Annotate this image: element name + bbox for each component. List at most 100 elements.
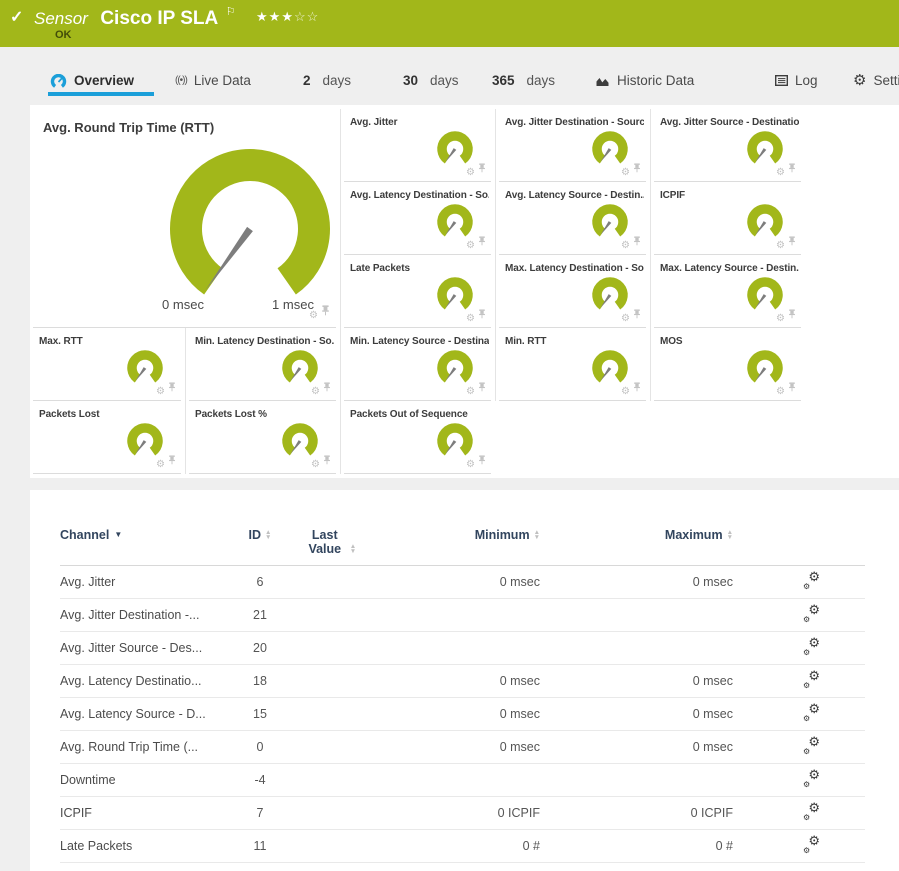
tab-log[interactable]: Log (775, 73, 818, 88)
tab-live-data[interactable]: ((•)) Live Data (175, 73, 251, 88)
column-label: Last Value (304, 528, 346, 556)
channel-settings-icon[interactable]: ⚙⚙ (803, 705, 820, 720)
star-filled-icon[interactable]: ★ (256, 9, 269, 24)
channel-settings-icon[interactable]: ⚙⚙ (803, 804, 820, 819)
gear-icon[interactable]: ⚙ (466, 387, 475, 397)
gear-icon[interactable]: ⚙ (776, 168, 785, 178)
sensor-header: ✓ Sensor Cisco IP SLA ⚐ ★★★☆☆ OK (0, 0, 899, 47)
star-empty-icon[interactable]: ☆ (307, 9, 320, 24)
column-label: ID (249, 528, 262, 542)
star-empty-icon[interactable]: ☆ (294, 9, 307, 24)
gear-icon[interactable]: ⚙ (311, 387, 320, 397)
prtg-sensor-page: { "header": { "kind": "Sensor", "name": … (0, 0, 899, 871)
gauge-title: ICPIF (660, 190, 799, 201)
table-row: Avg. Latency Destinatio...180 msec0 msec… (60, 665, 865, 698)
gear-icon[interactable]: ⚙ (466, 460, 475, 470)
channel-settings-icon[interactable]: ⚙⚙ (803, 837, 820, 852)
gear-icon[interactable]: ⚙ (156, 460, 165, 470)
pin-icon[interactable] (323, 452, 331, 470)
pin-icon[interactable] (478, 233, 486, 251)
sort-desc-icon: ▼ (114, 530, 122, 539)
gear-icon[interactable]: ⚙ (621, 314, 630, 324)
cell-maximum: 0 msec (540, 707, 733, 721)
cell-id: 6 (230, 575, 290, 589)
cell-minimum: 0 # (370, 839, 540, 853)
pin-icon[interactable] (323, 379, 331, 397)
pin-icon[interactable] (478, 160, 486, 178)
area-chart-icon (595, 75, 610, 87)
cell-channel: Avg. Jitter Destination -... (60, 608, 230, 622)
gear-icon[interactable]: ⚙ (466, 314, 475, 324)
column-header-last-value[interactable]: Last Value ▲▼ (290, 528, 370, 556)
gauge-title: Min. Latency Destination - So... (195, 336, 334, 347)
gauge-tile: Max. RTT⚙ (30, 328, 185, 401)
tab-label: 2 (303, 73, 311, 88)
column-header-minimum[interactable]: Minimum ▲▼ (370, 528, 540, 542)
column-label: Maximum (665, 528, 723, 542)
pin-icon[interactable] (478, 306, 486, 324)
pin-icon[interactable] (633, 379, 641, 397)
column-header-id[interactable]: ID ▲▼ (230, 528, 290, 542)
channel-settings-icon[interactable]: ⚙⚙ (803, 672, 820, 687)
table-row: Avg. Latency Source - D...150 msec0 msec… (60, 698, 865, 731)
channel-settings-icon[interactable]: ⚙⚙ (803, 771, 820, 786)
pin-icon[interactable] (321, 303, 330, 321)
pin-icon[interactable] (168, 452, 176, 470)
pin-icon[interactable] (478, 452, 486, 470)
gauge-tile-avg-rtt: Avg. Round Trip Time (RTT) 0 msec 1 msec… (30, 109, 340, 328)
gear-icon[interactable]: ⚙ (311, 460, 320, 470)
cell-maximum: 0 msec (540, 575, 733, 589)
sort-icon: ▲▼ (265, 530, 271, 540)
tab-historic-data[interactable]: Historic Data (595, 73, 694, 88)
gauge-tile: Avg. Jitter⚙ (340, 109, 495, 182)
star-filled-icon[interactable]: ★ (281, 9, 294, 24)
pin-icon[interactable] (788, 233, 796, 251)
gear-icon[interactable]: ⚙ (621, 387, 630, 397)
column-header-maximum[interactable]: Maximum ▲▼ (540, 528, 733, 542)
gauge-title: Avg. Latency Source - Destin... (505, 190, 644, 201)
gear-icon[interactable]: ⚙ (309, 311, 318, 321)
sensor-kind-label: Sensor (34, 9, 88, 28)
column-header-channel[interactable]: Channel ▼ (60, 528, 230, 542)
channel-settings-icon[interactable]: ⚙⚙ (803, 738, 820, 753)
pin-icon[interactable] (788, 379, 796, 397)
tab-label: 30 (403, 73, 418, 88)
sort-icon: ▲▼ (350, 544, 356, 554)
channel-settings-icon[interactable]: ⚙⚙ (803, 573, 820, 588)
channel-settings-icon[interactable]: ⚙⚙ (803, 639, 820, 654)
pin-icon[interactable] (788, 160, 796, 178)
gauge-tile: Packets Lost %⚙ (185, 401, 340, 474)
gear-icon[interactable]: ⚙ (466, 168, 475, 178)
gauge-title: Max. Latency Destination - So... (505, 263, 644, 274)
flag-icon[interactable]: ⚐ (226, 6, 236, 18)
gauge-tile: MOS⚙ (650, 328, 805, 401)
channel-settings-icon[interactable]: ⚙⚙ (803, 606, 820, 621)
star-filled-icon[interactable]: ★ (269, 9, 282, 24)
tab-overview[interactable]: Overview (50, 73, 134, 88)
gear-icon[interactable]: ⚙ (621, 241, 630, 251)
pin-icon[interactable] (788, 306, 796, 324)
tab-365-days[interactable]: 365days (492, 73, 555, 88)
gear-icon[interactable]: ⚙ (776, 241, 785, 251)
gauge-title: Avg. Jitter Source - Destination (660, 117, 799, 128)
priority-stars[interactable]: ★★★☆☆ (256, 9, 319, 24)
pin-icon[interactable] (633, 160, 641, 178)
gauge-title: Late Packets (350, 263, 489, 274)
gear-icon[interactable]: ⚙ (621, 168, 630, 178)
pin-icon[interactable] (633, 306, 641, 324)
gear-icon[interactable]: ⚙ (776, 314, 785, 324)
pin-icon[interactable] (478, 379, 486, 397)
pin-icon[interactable] (633, 233, 641, 251)
table-row: Avg. Jitter60 msec0 msec⚙⚙ (60, 566, 865, 599)
gear-icon[interactable]: ⚙ (466, 241, 475, 251)
cell-channel: Downtime (60, 773, 230, 787)
gear-icon[interactable]: ⚙ (156, 387, 165, 397)
tab-label: Historic Data (617, 73, 694, 88)
tab-settings[interactable]: ⚙ Settings (853, 73, 899, 88)
tab-2-days[interactable]: 2days (303, 73, 351, 88)
cell-id: 0 (230, 740, 290, 754)
pin-icon[interactable] (168, 379, 176, 397)
tab-30-days[interactable]: 30days (403, 73, 459, 88)
gear-icon[interactable]: ⚙ (776, 387, 785, 397)
status-ok-check-icon: ✓ (10, 7, 23, 27)
